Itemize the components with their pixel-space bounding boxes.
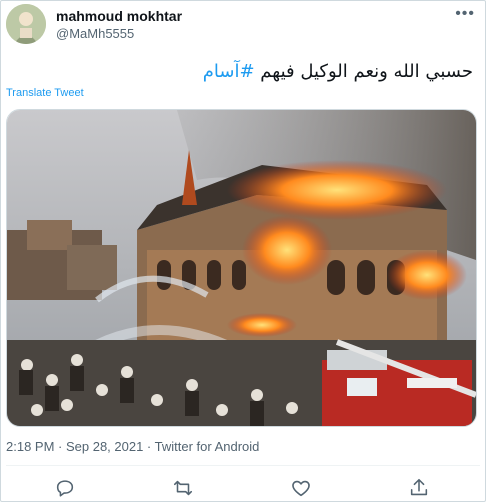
reply-icon[interactable] — [54, 477, 76, 499]
avatar-image — [6, 4, 46, 44]
user-name[interactable]: mahmoud mokhtar — [56, 8, 182, 24]
user-handle[interactable]: @MaMh5555 — [56, 26, 134, 41]
tweet-actions-bar — [1, 473, 485, 501]
divider — [6, 465, 480, 466]
translate-tweet-link[interactable]: Translate Tweet — [6, 87, 84, 99]
tweet-media-photo[interactable] — [6, 109, 477, 427]
hashtag-link[interactable]: #آسام — [203, 61, 255, 82]
tweet-card: mahmoud mokhtar @MaMh5555 ••• حسبي الله … — [0, 0, 486, 502]
tweet-body: حسبي الله ونعم الوكيل فيهم — [254, 61, 473, 82]
tweet-timestamp[interactable]: 2:18 PM · Sep 28, 2021 · Twitter for And… — [6, 439, 259, 454]
burning-building-photo — [7, 110, 476, 426]
avatar[interactable] — [6, 4, 46, 44]
heart-icon[interactable] — [290, 477, 312, 499]
more-icon[interactable]: ••• — [455, 5, 475, 23]
tweet-text: حسبي الله ونعم الوكيل فيهم #آسام — [203, 61, 473, 82]
retweet-icon[interactable] — [172, 477, 194, 499]
share-icon[interactable] — [408, 477, 430, 499]
